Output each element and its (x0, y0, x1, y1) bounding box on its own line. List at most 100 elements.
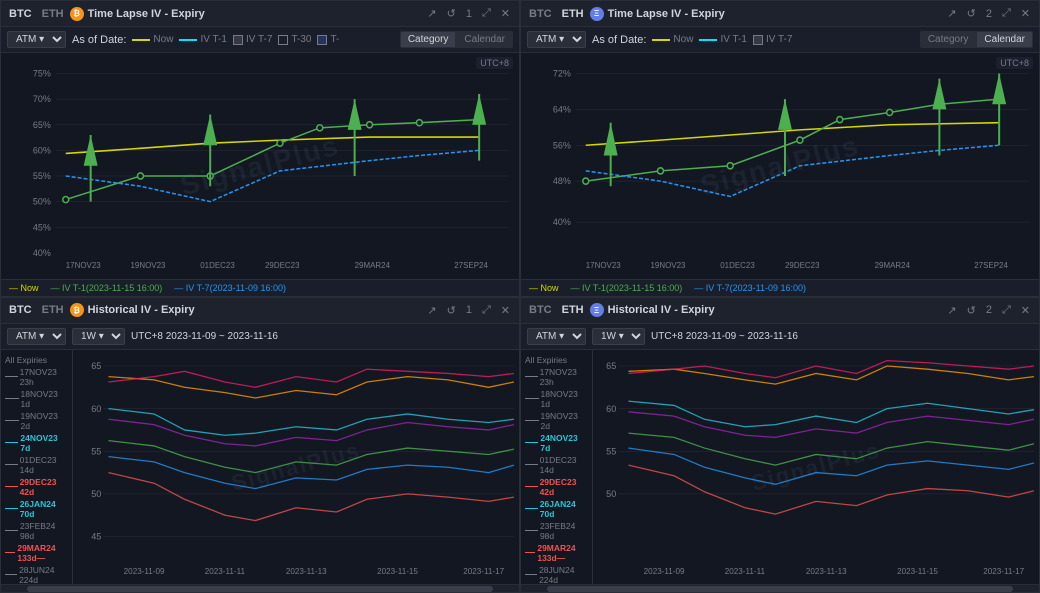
svg-text:40%: 40% (553, 217, 571, 227)
svg-text:2023-11-13: 2023-11-13 (286, 565, 327, 575)
legend-t1-item[interactable]: IV T-1 (179, 34, 227, 45)
legend-now-item[interactable]: Now (132, 34, 173, 45)
all-expiries-eth[interactable]: All Expiries (523, 354, 590, 366)
external-link-icon-bl[interactable]: ↗ (424, 303, 439, 318)
refresh-icon-br[interactable]: ↺ (964, 303, 979, 318)
refresh-icon-bl[interactable]: ↺ (444, 303, 459, 318)
expiry-18nov23-btc[interactable]: 18NOV23 1d (3, 388, 70, 410)
t30-checkbox[interactable] (278, 35, 288, 45)
expand-icon-tl-right[interactable]: ⤢ (999, 6, 1014, 21)
panel-eth-timelapse: BTC ETH Ξ Time Lapse IV - Expiry ↗ ↺ 2 ⤢… (520, 0, 1040, 297)
expiry-17nov23-eth[interactable]: 17NOV23 23h (523, 366, 590, 388)
expiry-29mar24-btc[interactable]: 29MAR24 133d— (3, 542, 70, 564)
t7-checkbox[interactable] (233, 35, 243, 45)
atm-select-eth-tl[interactable]: ATM ▾ (527, 31, 586, 48)
svg-text:60%: 60% (33, 145, 51, 155)
scrollbar-thumb-eth-hist[interactable] (547, 586, 1013, 592)
tcustom-checkbox[interactable] (317, 35, 327, 45)
eth-tab-tl-right[interactable]: ETH (560, 7, 586, 21)
copy-icon-tl-right[interactable]: 2 (983, 7, 995, 21)
close-icon-tl-right[interactable]: ✕ (1018, 6, 1033, 21)
expand-icon-bl[interactable]: ⤢ (479, 303, 494, 318)
scrollbar-btc-hist[interactable] (1, 584, 519, 592)
copy-icon-tl-left[interactable]: 1 (463, 7, 475, 21)
eth-tab-tl-left[interactable]: ETH (40, 7, 66, 21)
expiry-19nov23-eth[interactable]: 19NOV23 2d (523, 410, 590, 432)
expand-icon-tl-left[interactable]: ⤢ (479, 6, 494, 21)
btc-tab-bl[interactable]: BTC (7, 303, 34, 317)
scrollbar-thumb-btc-hist[interactable] (27, 586, 493, 592)
expiry-29dec23-eth[interactable]: 29DEC23 42d (523, 476, 590, 498)
expiry-28jun24-eth[interactable]: 28JUN24 224d (523, 564, 590, 585)
now-color-eth (652, 39, 670, 41)
category-tab-tl-left[interactable]: Category (400, 31, 457, 48)
header-actions-eth-hist: ↗ ↺ 2 ⤢ ✕ (944, 303, 1033, 318)
copy-icon-bl[interactable]: 1 (463, 303, 475, 317)
crypto-tabs-tl-left[interactable]: BTC ETH (7, 7, 66, 21)
expiry-18nov23-eth[interactable]: 18NOV23 1d (523, 388, 590, 410)
header-actions-btc-tl: ↗ ↺ 1 ⤢ ✕ (424, 6, 513, 21)
external-link-icon-tl-right[interactable]: ↗ (944, 6, 959, 21)
expiry-24nov23-btc[interactable]: 24NOV23 7d (3, 432, 70, 454)
crypto-tabs-bl[interactable]: BTC ETH (7, 303, 66, 317)
chart-btc-tl: SignalPlus UTC+8 75% 70% 65% 60% 55% 50%… (1, 53, 519, 279)
expiry-26jan24-eth[interactable]: 26JAN24 70d (523, 498, 590, 520)
btc-tab-tl-right[interactable]: BTC (527, 7, 554, 21)
atm-select-btc-hist[interactable]: ATM ▾ (7, 328, 66, 345)
copy-icon-br[interactable]: 2 (983, 303, 995, 317)
expiry-24nov23-eth[interactable]: 24NOV23 7d (523, 432, 590, 454)
interval-select-btc-hist[interactable]: 1W ▾ (72, 328, 125, 345)
refresh-icon-tl-left[interactable]: ↺ (444, 6, 459, 21)
expiry-29mar24-eth[interactable]: 29MAR24 133d— (523, 542, 590, 564)
atm-select-btc-tl[interactable]: ATM ▾ (7, 31, 66, 48)
scrollbar-eth-hist[interactable] (521, 584, 1039, 592)
category-calendar-tabs-tl-right: Category Calendar (920, 31, 1033, 48)
all-expiries-btc[interactable]: All Expiries (3, 354, 70, 366)
expiry-01dec23-btc[interactable]: 01DEC23 14d (3, 454, 70, 476)
panel-header-btc-hist: BTC ETH ₿ Historical IV - Expiry ↗ ↺ 1 ⤢… (1, 298, 519, 324)
legend-t7-eth[interactable]: IV T-7 (753, 34, 793, 45)
expiry-23feb24-btc[interactable]: 23FEB24 98d (3, 520, 70, 542)
chart-eth-hist: All Expiries 17NOV23 23h 18NOV23 1d 19NO… (521, 350, 1039, 585)
crypto-tabs-br[interactable]: BTC ETH (527, 303, 586, 317)
atm-select-eth-hist[interactable]: ATM ▾ (527, 328, 586, 345)
eth-tab-bl[interactable]: ETH (40, 303, 66, 317)
svg-text:2023-11-09: 2023-11-09 (124, 565, 165, 575)
expiry-26jan24-btc[interactable]: 26JAN24 70d (3, 498, 70, 520)
category-tab-tl-right[interactable]: Category (920, 31, 977, 48)
close-icon-br[interactable]: ✕ (1018, 303, 1033, 318)
interval-select-eth-hist[interactable]: 1W ▾ (592, 328, 645, 345)
legend-t7-item[interactable]: IV T-7 (233, 34, 273, 45)
legend-t30-item[interactable]: T-30 (278, 34, 311, 45)
close-icon-tl-left[interactable]: ✕ (498, 6, 513, 21)
close-icon-bl[interactable]: ✕ (498, 303, 513, 318)
expiry-28jun24-btc[interactable]: 28JUN24 224d (3, 564, 70, 585)
btc-tab-br[interactable]: BTC (527, 303, 554, 317)
refresh-icon-tl-right[interactable]: ↺ (964, 6, 979, 21)
expiry-23feb24-eth[interactable]: 23FEB24 98d (523, 520, 590, 542)
svg-text:75%: 75% (33, 68, 51, 78)
legend-t1-eth[interactable]: IV T-1 (699, 34, 747, 45)
as-of-date-label: As of Date: (72, 34, 126, 46)
svg-text:29MAR24: 29MAR24 (355, 261, 391, 270)
calendar-tab-tl-left[interactable]: Calendar (456, 31, 513, 48)
expand-icon-br[interactable]: ⤢ (999, 303, 1014, 318)
expiry-01dec23-eth[interactable]: 01DEC23 14d (523, 454, 590, 476)
t7-checkbox-eth[interactable] (753, 35, 763, 45)
legend-t7-text: — IV T-7(2023-11-09 16:00) (174, 283, 286, 293)
btc-tab-tl-left[interactable]: BTC (7, 7, 34, 21)
external-link-icon-br[interactable]: ↗ (944, 303, 959, 318)
legend-tcustom-item[interactable]: T- (317, 34, 339, 45)
expiry-19nov23-btc[interactable]: 19NOV23 2d (3, 410, 70, 432)
expiry-29dec23-btc[interactable]: 29DEC23 42d (3, 476, 70, 498)
panel-btc-timelapse: BTC ETH ₿ Time Lapse IV - Expiry ↗ ↺ 1 ⤢… (0, 0, 520, 297)
legend-now-eth[interactable]: Now (652, 34, 693, 45)
svg-text:50: 50 (606, 488, 616, 498)
expiry-17nov23-btc[interactable]: 17NOV23 23h (3, 366, 70, 388)
svg-text:17NOV23: 17NOV23 (586, 261, 621, 270)
toolbar-eth-tl: ATM ▾ As of Date: Now IV T-1 IV T-7 Cate… (521, 27, 1039, 53)
eth-tab-br[interactable]: ETH (560, 303, 586, 317)
external-link-icon-tl-left[interactable]: ↗ (424, 6, 439, 21)
crypto-tabs-tl-right[interactable]: BTC ETH (527, 7, 586, 21)
calendar-tab-tl-right[interactable]: Calendar (976, 31, 1033, 48)
